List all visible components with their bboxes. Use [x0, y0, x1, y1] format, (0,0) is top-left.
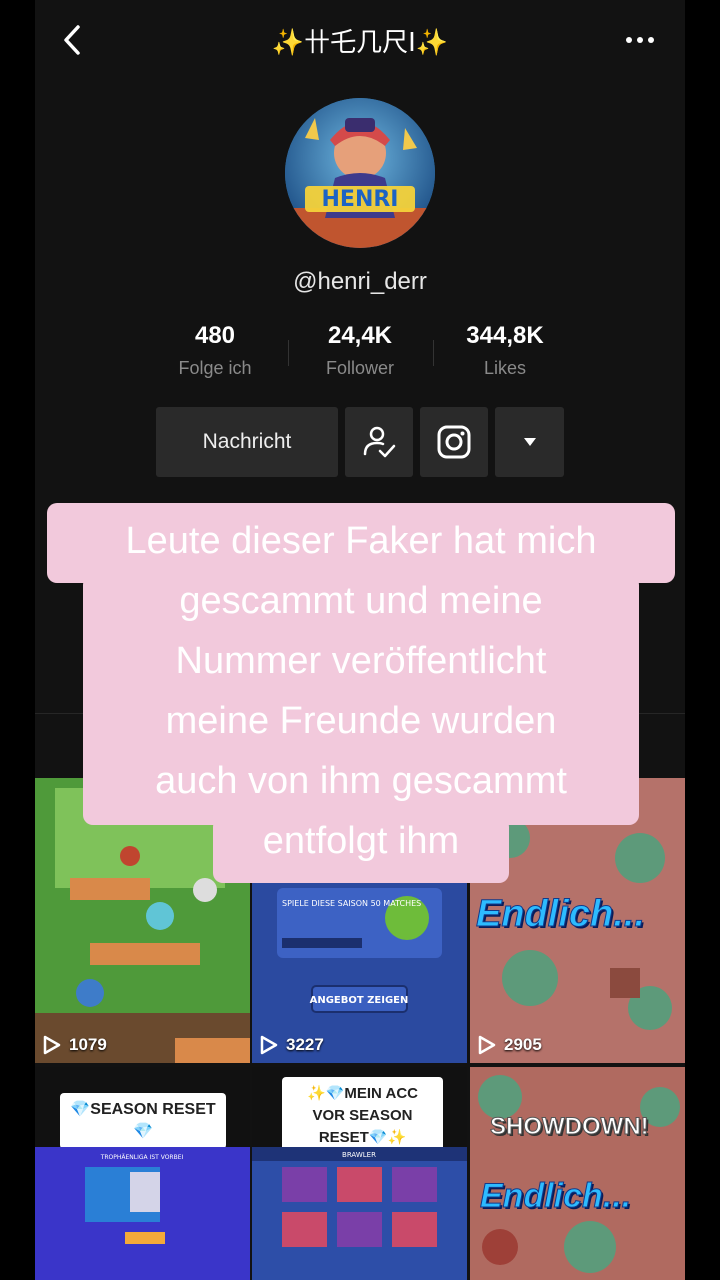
chevron-left-icon — [64, 25, 80, 55]
stat-value: 480 — [194, 322, 236, 349]
game-title: SHOWDOWN! — [490, 1113, 650, 1141]
video-caption: 💎SEASON RESET💎 — [60, 1093, 226, 1149]
overlay-line: meine Freunde wurden — [165, 700, 557, 742]
play-count: 1079 — [43, 1035, 107, 1055]
follow-check-icon — [363, 426, 396, 458]
play-count-value: 2905 — [504, 1035, 542, 1054]
play-icon — [260, 1035, 278, 1055]
username: @henri_derr — [293, 268, 427, 295]
stat-likes: 344,8K Likes — [435, 322, 575, 379]
game-title-secondary: Endlich... — [479, 1177, 632, 1216]
more-options-button[interactable] — [615, 28, 665, 52]
stat-value: 24,4K — [327, 322, 393, 349]
play-count: 2905 — [478, 1035, 542, 1055]
play-count-value: 3227 — [286, 1035, 324, 1054]
ingame-text: BRAWLER — [342, 1151, 376, 1159]
ingame-text: SPIELE DIESE SAISON 50 MATCHES — [282, 899, 421, 908]
overlay-line: auch von ihm gescammt — [155, 760, 567, 802]
stats-row: 480 Folge ich 24,4K Follower 344,8K Like… — [35, 322, 685, 392]
overlay-line: gescammt und meine — [179, 580, 543, 622]
stat-label: Folge ich — [178, 358, 252, 378]
play-count: 3227 — [260, 1035, 324, 1055]
following-button[interactable] — [345, 407, 413, 477]
video-thumbnail[interactable]: SHOWDOWN! Endlich... — [470, 1067, 685, 1280]
suggestions-dropdown-button[interactable] — [495, 407, 564, 477]
text-overlay: Leute dieser Faker hat mich gescammt und… — [47, 503, 675, 883]
stat-label: Likes — [483, 358, 527, 378]
avatar[interactable]: HENRI — [285, 98, 435, 248]
overlay-line: entfolgt ihm — [262, 820, 460, 862]
avatar-image: HENRI — [285, 98, 435, 248]
play-icon — [478, 1035, 496, 1055]
instagram-button[interactable] — [420, 407, 488, 477]
stat-followers[interactable]: 24,4K Follower — [290, 322, 430, 379]
message-button[interactable]: Nachricht — [156, 407, 338, 477]
video-caption: ✨💎MEIN ACC VOR SEASON RESET💎✨ — [282, 1077, 443, 1155]
ingame-text: TROPHÄENLIGA IST VORBEI — [100, 1154, 184, 1161]
overlay-text: Leute dieser Faker hat mich gescammt und… — [47, 511, 675, 871]
game-title: Endlich... — [476, 893, 646, 936]
page-title: ✨卄乇几尺I✨ — [271, 28, 449, 58]
overlay-line: Leute dieser Faker hat mich — [125, 520, 597, 562]
stat-divider — [433, 340, 434, 366]
instagram-icon — [437, 425, 471, 459]
stat-value: 344,8K — [466, 322, 544, 349]
top-bar: ✨卄乇几尺I✨ — [35, 0, 685, 80]
play-count-value: 1079 — [69, 1035, 107, 1054]
video-thumbnail[interactable]: ✨💎MEIN ACC VOR SEASON RESET💎✨ BRAWLER — [252, 1067, 467, 1280]
stat-divider — [288, 340, 289, 366]
back-button[interactable] — [57, 22, 87, 58]
ingame-button-text: ANGEBOT ZEIGEN — [310, 995, 409, 1006]
avatar-text: HENRI — [322, 187, 399, 212]
video-thumbnail[interactable]: 💎SEASON RESET💎 TROPHÄENLIGA IST VORBEI — [35, 1067, 250, 1280]
stat-following[interactable]: 480 Folge ich — [145, 322, 285, 379]
stat-label: Follower — [325, 358, 395, 378]
more-dots-icon — [626, 37, 632, 43]
caret-down-icon — [523, 438, 536, 446]
play-icon — [43, 1035, 61, 1055]
overlay-line: Nummer veröffentlicht — [175, 640, 547, 682]
thumbnail-image: TROPHÄENLIGA IST VORBEI — [35, 1147, 250, 1280]
thumbnail-image: BRAWLER — [252, 1147, 467, 1280]
thumbnail-image — [470, 1067, 685, 1280]
